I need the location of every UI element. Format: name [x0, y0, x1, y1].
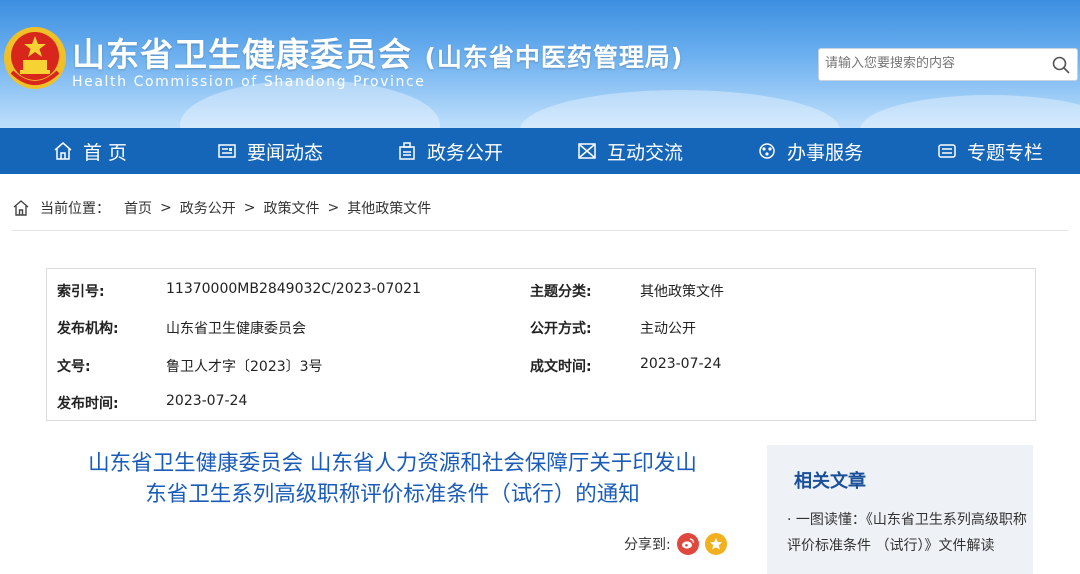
site-subtitle: Health Commission of Shandong Province [72, 74, 426, 90]
breadcrumb-label: 当前位置： [40, 201, 110, 217]
home-icon [13, 200, 29, 216]
nav-label: 办事服务 [786, 141, 863, 164]
info-row: 发布机构: 山东省卫生健康委员会 公开方式: 主动公开 [47, 318, 1035, 355]
column-icon [938, 144, 956, 158]
breadcrumb-home[interactable]: 首页 [124, 198, 152, 218]
share-bar: 分享到: [624, 533, 727, 555]
related-articles-title: 相关文章 [794, 471, 866, 492]
favorite-share-button[interactable] [704, 533, 727, 555]
site-header: 山东省卫生健康委员会 (山东省中医药管理局) Health Commission… [0, 0, 1080, 128]
nav-item-column[interactable]: 专题专栏 [900, 128, 1080, 174]
article-title-line: 东省卫生系列高级职称评价标准条件（试行）的通知 [145, 482, 640, 507]
search-icon[interactable] [1051, 55, 1071, 75]
service-icon [759, 143, 775, 159]
interaction-icon [578, 143, 596, 159]
government-icon [399, 142, 415, 160]
info-row: 发布时间: 2023-07-24 [47, 393, 1035, 430]
share-label: 分享到: [624, 537, 671, 553]
nav-label: 政务公开 [426, 141, 503, 164]
mode-value: 主动公开 [640, 321, 696, 337]
search-input[interactable] [825, 56, 1045, 71]
search-box [818, 48, 1078, 81]
home-icon [54, 142, 72, 160]
article-title: 山东省卫生健康委员会 山东省人力资源和社会保障厅关于印发山 东省卫生系列高级职称… [40, 448, 745, 510]
nav-item-government[interactable]: 政务公开 [360, 128, 540, 174]
related-articles-panel: 相关文章 · 一图读懂：《山东省卫生系列高级职称评价标准条件 （试行）》文件解读 [767, 445, 1033, 574]
doc-number-value: 鲁卫人才字〔2023〕3号 [166, 359, 323, 375]
publish-date-value: 2023-07-24 [166, 393, 248, 409]
nav-label: 互动交流 [606, 141, 683, 164]
weibo-share-button[interactable] [676, 533, 699, 555]
breadcrumb-separator: > [243, 200, 256, 216]
index-value: 11370000MB2849032C/2023-07021 [166, 281, 422, 297]
weibo-icon [681, 538, 694, 549]
org-value: 山东省卫生健康委员会 [166, 321, 306, 337]
nav-item-service[interactable]: 办事服务 [720, 128, 900, 174]
breadcrumb-separator: > [327, 200, 340, 216]
info-row: 索引号: 11370000MB2849032C/2023-07021 主题分类:… [47, 281, 1035, 318]
nav-item-interaction[interactable]: 互动交流 [540, 128, 720, 174]
breadcrumb: 当前位置： 首页 > 政务公开 > 政策文件 > 其他政策文件 [12, 198, 431, 218]
star-icon [709, 538, 722, 550]
doc-number-label: 文号: [57, 359, 91, 375]
national-emblem-icon [4, 27, 66, 89]
topic-label: 主题分类: [530, 284, 592, 300]
nav-label: 专题专栏 [966, 141, 1043, 164]
nav-label: 要闻动态 [246, 141, 323, 164]
made-date-label: 成文时间: [530, 359, 592, 375]
org-label: 发布机构: [57, 321, 119, 337]
site-title-main: 山东省卫生健康委员会 [72, 35, 412, 74]
nav-label: 首 页 [82, 141, 128, 164]
breadcrumb-other-policy[interactable]: 其他政策文件 [347, 198, 431, 218]
related-article-link[interactable]: · 一图读懂：《山东省卫生系列高级职称评价标准条件 （试行）》文件解读 [787, 507, 1033, 559]
site-title-suffix: (山东省中医药管理局) [424, 43, 684, 72]
made-date-value: 2023-07-24 [640, 356, 722, 372]
mode-label: 公开方式: [530, 321, 592, 337]
article-title-line: 山东省卫生健康委员会 山东省人力资源和社会保障厅关于印发山 [88, 451, 697, 476]
breadcrumb-divider [12, 230, 1068, 231]
index-label: 索引号: [57, 284, 105, 300]
nav-item-home[interactable]: 首 页 [0, 128, 180, 174]
news-icon [218, 144, 236, 158]
topic-value: 其他政策文件 [640, 284, 724, 300]
info-row: 文号: 鲁卫人才字〔2023〕3号 成文时间: 2023-07-24 [47, 356, 1035, 393]
breadcrumb-policy[interactable]: 政策文件 [263, 198, 319, 218]
publish-date-label: 发布时间: [57, 396, 119, 412]
site-title[interactable]: 山东省卫生健康委员会 (山东省中医药管理局) [72, 28, 683, 76]
breadcrumb-separator: > [160, 200, 172, 216]
main-nav: 首 页 要闻动态 政务公开 互动交流 办事服务 专题专栏 [0, 128, 1080, 174]
breadcrumb-gov[interactable]: 政务公开 [180, 198, 236, 218]
nav-item-news[interactable]: 要闻动态 [180, 128, 360, 174]
document-info-box: 索引号: 11370000MB2849032C/2023-07021 主题分类:… [46, 268, 1036, 421]
